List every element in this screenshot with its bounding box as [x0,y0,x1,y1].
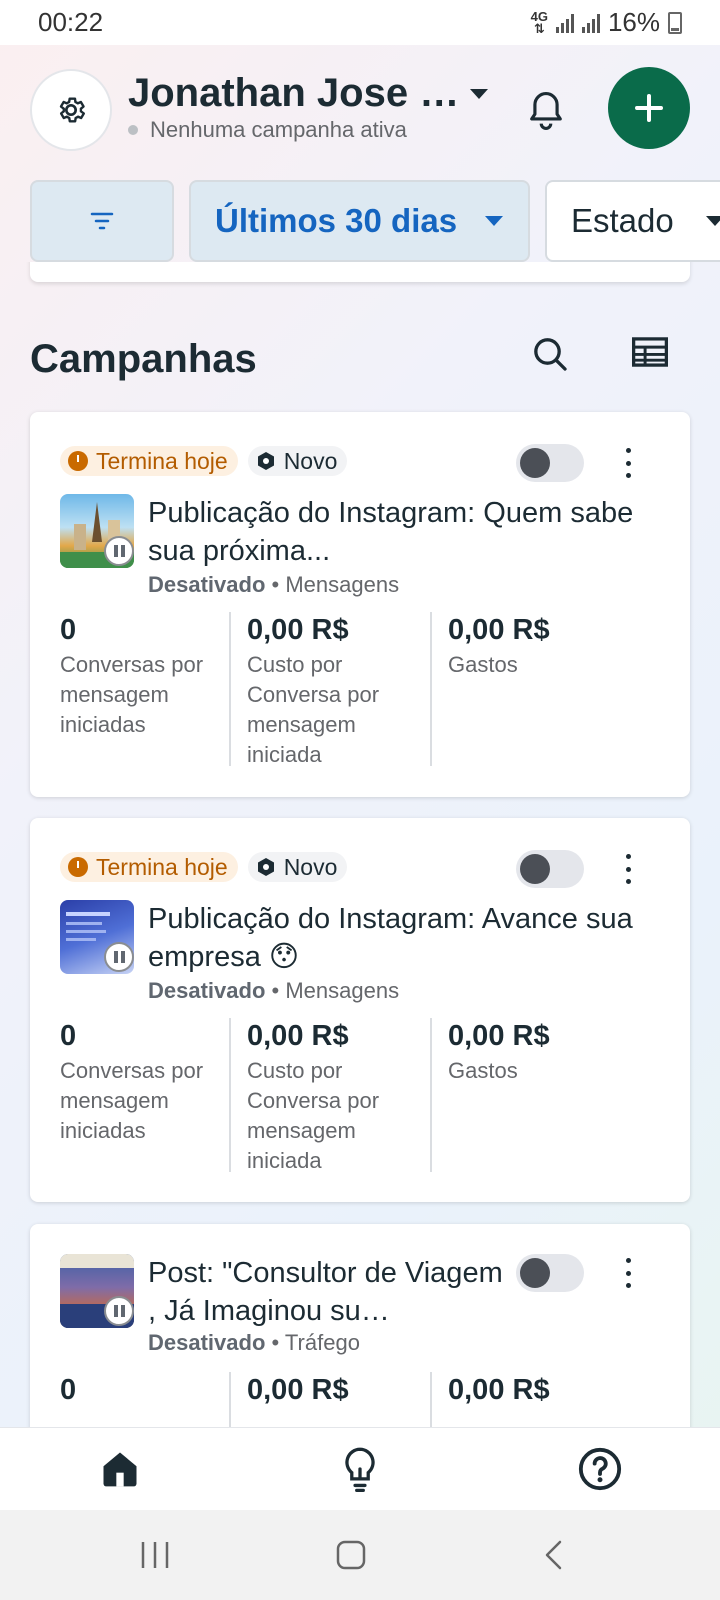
signal-icon-2 [581,13,600,33]
metric-spend: 0,00 R$ Gastos [448,1020,550,1083]
clock-icon [68,451,88,471]
more-options-icon[interactable] [620,1258,636,1288]
table-icon [632,337,668,367]
create-campaign-button[interactable] [608,67,690,149]
settings-button[interactable] [30,69,112,151]
section-title: Campanhas [30,337,257,381]
signal-icon [555,13,574,33]
metrics-row: 0 Conversas por mensagem iniciadas 0,00 … [30,1018,690,1173]
filter-button[interactable] [30,180,174,262]
plus-icon [635,94,663,122]
metric-conversations: 0 Conversas por mensagem iniciadas [30,1018,231,1172]
campaign-objective: • Mensagens [271,978,400,1003]
metric-conversations: 0 [30,1372,231,1427]
account-status: Nenhuma campanha ativa [128,117,407,143]
gear-icon [59,97,85,123]
network-icon: 4G ⇅ [530,8,548,36]
metrics-row: 0 Conversas por mensagem iniciadas 0,00 … [30,612,690,767]
metric-cost-per-conversation: 0,00 R$ Custo por Conversa por mensagem … [231,1018,432,1173]
back-button[interactable] [536,1532,570,1578]
metric-cost-per-conversation: 0,00 R$ [231,1372,432,1427]
lightbulb-icon [345,1447,375,1492]
campaign-card[interactable]: Post: "Consultor de Viagem , Já Imaginou… [30,1224,690,1427]
filter-bar: Últimos 30 dias Estado [0,180,720,262]
nav-help[interactable] [575,1444,625,1494]
chevron-down-icon [485,216,504,226]
date-range-dropdown[interactable]: Últimos 30 dias [189,180,530,262]
paused-icon [104,536,134,566]
back-icon [545,1540,562,1570]
campaign-status-line: Desativado • Tráfego [148,1330,360,1356]
account-name[interactable]: Jonathan Jose … [128,71,459,116]
hexagon-icon [257,858,274,876]
campaign-status-line: Desativado • Mensagens [148,978,399,1004]
campaign-toggle[interactable] [516,444,584,482]
state-dropdown[interactable]: Estado [545,180,720,262]
campaign-status: Desativado [148,572,266,597]
status-dot [128,125,138,135]
help-icon [578,1447,622,1491]
home-square-icon [336,1540,366,1570]
campaign-card[interactable]: Termina hoje Novo Publicação do Instagra… [30,818,690,1202]
system-navigation-bar [0,1510,720,1600]
app-header: Jonathan Jose … Nenhuma campanha ativa [0,45,720,175]
home-system-button[interactable] [334,1532,368,1578]
search-icon [534,338,567,371]
campaign-status: Desativado [148,1330,266,1355]
campaign-toggle[interactable] [516,850,584,888]
search-button[interactable] [530,334,574,378]
metric-cost-per-conversation: 0,00 R$ Custo por Conversa por mensagem … [231,612,432,767]
nav-home[interactable] [95,1444,145,1494]
bell-icon [530,92,562,130]
hexagon-icon [257,452,274,470]
campaign-objective: • Mensagens [271,572,400,597]
status-bar: 00:22 4G ⇅ 16% [0,0,720,45]
status-icons: 4G ⇅ 16% [531,7,682,38]
metric-spend: 0,00 R$ [448,1374,550,1406]
notifications-button[interactable] [524,87,568,135]
battery-icon [668,11,682,34]
nav-insights[interactable] [335,1444,385,1494]
recent-apps-button[interactable] [138,1532,172,1578]
summary-card-edge [30,262,690,282]
ends-today-badge: Termina hoje [60,852,238,882]
clock-icon [68,857,88,877]
campaign-toggle[interactable] [516,1254,584,1292]
badge-row: Termina hoje Novo [60,446,348,476]
account-dropdown-icon[interactable] [470,89,488,99]
campaign-status-line: Desativado • Mensagens [148,572,399,598]
campaign-list-scroll[interactable]: Campanhas Termina hoje Novo Publicação d… [0,262,720,1427]
battery-level: 16% [607,7,660,37]
metric-conversations: 0 Conversas por mensagem iniciadas [30,612,231,766]
badge-row: Termina hoje Novo [60,852,348,882]
new-badge: Novo [247,446,348,476]
campaign-objective: • Tráfego [271,1330,360,1355]
metrics-row: 0 0,00 R$ 0,00 R$ [30,1372,690,1427]
campaign-title[interactable]: Publicação do Instagram: Avance sua empr… [148,900,658,976]
table-view-button[interactable] [630,334,674,378]
campaign-card[interactable]: Termina hoje Novo Publicação do Instagra… [30,412,690,797]
metric-spend: 0,00 R$ Gastos [448,614,550,677]
more-options-icon[interactable] [620,448,636,478]
campaign-title[interactable]: Post: "Consultor de Viagem , Já Imaginou… [148,1254,518,1330]
bottom-navigation [0,1427,720,1510]
status-time: 00:22 [38,7,104,37]
campaign-status: Desativado [148,978,266,1003]
chevron-down-icon [705,216,720,226]
more-options-icon[interactable] [620,854,636,884]
ends-today-badge: Termina hoje [60,446,238,476]
home-icon [103,1452,137,1487]
account-status-text: Nenhuma campanha ativa [150,117,407,142]
paused-icon [104,942,134,972]
paused-icon [104,1296,134,1326]
new-badge: Novo [247,852,348,882]
campaign-title[interactable]: Publicação do Instagram: Quem sabe sua p… [148,494,658,570]
date-range-label: Últimos 30 dias [215,202,458,239]
filter-icon [90,212,114,230]
recent-apps-icon [141,1542,169,1568]
state-label: Estado [571,202,674,239]
